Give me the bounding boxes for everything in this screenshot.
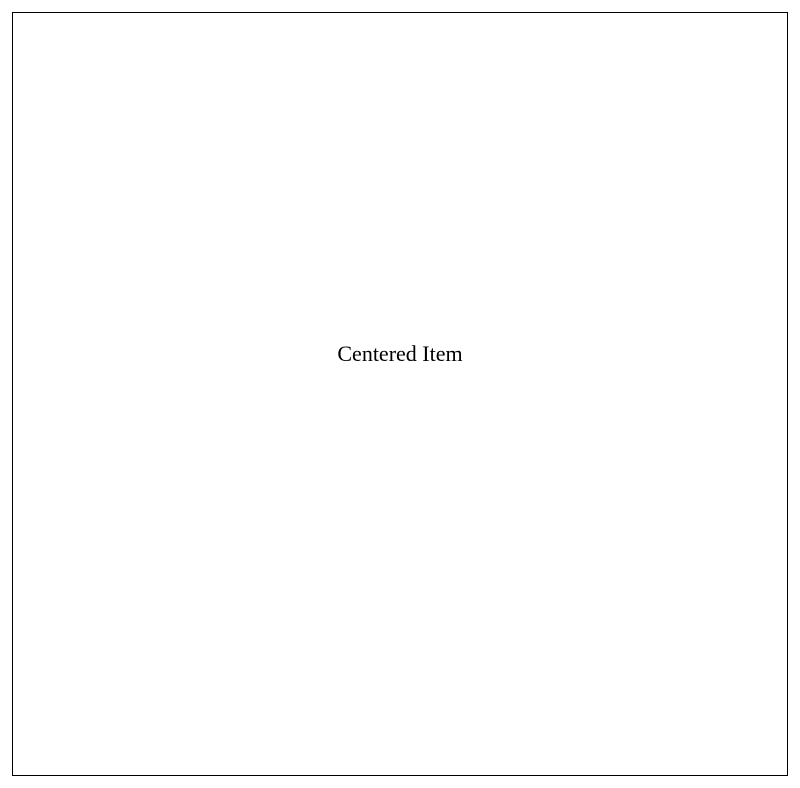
page-container: Centered Item [0,0,800,788]
bordered-box: Centered Item [12,12,788,776]
centered-item-label: Centered Item [337,341,462,367]
